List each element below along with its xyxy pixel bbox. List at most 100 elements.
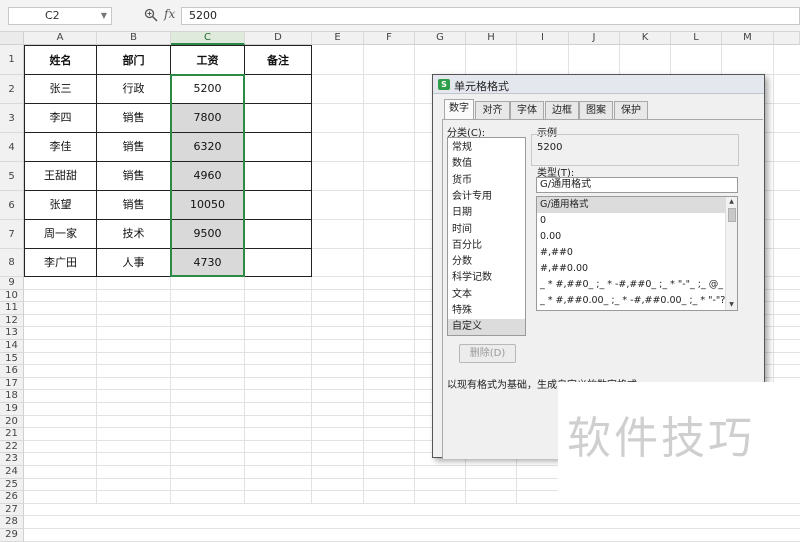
format-list-scrollbar[interactable]: ▲ ▼ xyxy=(725,197,737,310)
dialog-title-bar[interactable]: S 单元格格式 xyxy=(433,75,764,94)
format-item[interactable]: G/通用格式 xyxy=(537,197,725,213)
format-item[interactable]: 0 xyxy=(537,213,725,229)
category-item[interactable]: 时间 xyxy=(448,222,525,238)
column-header-d[interactable]: D xyxy=(245,32,312,45)
category-item[interactable]: 文本 xyxy=(448,287,525,303)
row-header-18[interactable]: 18 xyxy=(0,390,24,403)
type-input[interactable]: G/通用格式 xyxy=(536,177,738,193)
tab-border[interactable]: 边框 xyxy=(545,101,579,119)
table-cell[interactable]: 6320 xyxy=(171,133,245,162)
format-item[interactable]: #,##0 xyxy=(537,245,725,261)
row-header-7[interactable]: 7 xyxy=(0,220,24,249)
table-header-cell[interactable]: 备注 xyxy=(245,45,312,75)
row-header-5[interactable]: 5 xyxy=(0,162,24,191)
table-cell[interactable]: 销售 xyxy=(97,133,171,162)
table-cell[interactable] xyxy=(245,249,312,277)
table-cell[interactable]: 周一家 xyxy=(24,220,97,249)
row-header-23[interactable]: 23 xyxy=(0,453,24,466)
row-header-3[interactable]: 3 xyxy=(0,104,24,133)
tab-pattern[interactable]: 图案 xyxy=(579,101,613,119)
table-header-cell[interactable]: 部门 xyxy=(97,45,171,75)
row-header-20[interactable]: 20 xyxy=(0,415,24,429)
table-cell[interactable]: 10050 xyxy=(171,191,245,220)
column-header-f[interactable]: F xyxy=(364,32,415,45)
row-header-25[interactable]: 25 xyxy=(0,478,24,492)
column-header-partial[interactable] xyxy=(774,32,800,45)
format-item[interactable]: _ * #,##0.00_ ;_ * -#,##0.00_ ;_ * "-"??… xyxy=(537,293,725,309)
format-item[interactable]: 0.00 xyxy=(537,229,725,245)
column-header-l[interactable]: L xyxy=(671,32,722,45)
row-header-27[interactable]: 27 xyxy=(0,503,24,517)
category-item[interactable]: 日期 xyxy=(448,205,525,221)
table-cell[interactable]: 人事 xyxy=(97,249,171,277)
category-item[interactable]: 科学记数 xyxy=(448,270,525,286)
table-cell[interactable]: 9500 xyxy=(171,220,245,249)
column-header-g[interactable]: G xyxy=(415,32,466,45)
table-cell[interactable] xyxy=(245,220,312,249)
delete-button[interactable]: 删除(D) xyxy=(459,344,516,363)
table-cell[interactable]: 4730 xyxy=(171,249,245,277)
table-cell[interactable]: 行政 xyxy=(97,75,171,104)
table-cell[interactable]: 张三 xyxy=(24,75,97,104)
fx-icon[interactable]: fx xyxy=(164,7,175,21)
tab-alignment[interactable]: 对齐 xyxy=(475,101,510,119)
row-header-24[interactable]: 24 xyxy=(0,466,24,479)
table-cell[interactable] xyxy=(245,162,312,191)
tab-protection[interactable]: 保护 xyxy=(614,101,648,119)
table-cell[interactable]: 5200 xyxy=(171,75,245,104)
column-header-j[interactable]: J xyxy=(569,32,620,45)
table-cell[interactable]: 李广田 xyxy=(24,249,97,277)
chevron-down-icon[interactable]: ▼ xyxy=(101,8,107,24)
category-list[interactable]: 常规 数值 货币 会计专用 日期 时间 百分比 分数 科学记数 文本 特殊 自定义 xyxy=(447,137,526,336)
row-header-13[interactable]: 13 xyxy=(0,327,24,340)
row-header-6[interactable]: 6 xyxy=(0,191,24,220)
table-cell[interactable] xyxy=(245,104,312,133)
format-item[interactable]: _ * #,##0_ ;_ * -#,##0_ ;_ * "-"_ ;_ @_ xyxy=(537,277,725,293)
scroll-up-icon[interactable]: ▲ xyxy=(726,197,737,207)
table-cell[interactable] xyxy=(245,133,312,162)
table-cell[interactable]: 销售 xyxy=(97,104,171,133)
column-header-e[interactable]: E xyxy=(312,32,364,45)
row-header-10[interactable]: 10 xyxy=(0,289,24,303)
row-header-2[interactable]: 2 xyxy=(0,75,24,104)
table-cell[interactable]: 7800 xyxy=(171,104,245,133)
row-header-21[interactable]: 21 xyxy=(0,428,24,441)
row-header-9[interactable]: 9 xyxy=(0,277,24,290)
row-header-26[interactable]: 26 xyxy=(0,491,24,504)
column-header-b[interactable]: B xyxy=(97,32,171,45)
row-header-14[interactable]: 14 xyxy=(0,340,24,353)
column-header-k[interactable]: K xyxy=(620,32,671,45)
column-header-i[interactable]: I xyxy=(517,32,569,45)
table-cell[interactable]: 李四 xyxy=(24,104,97,133)
table-header-cell[interactable]: 姓名 xyxy=(24,45,97,75)
table-cell[interactable]: 张望 xyxy=(24,191,97,220)
format-item[interactable]: #,##0.00 xyxy=(537,261,725,277)
category-item[interactable]: 百分比 xyxy=(448,238,525,254)
row-header-19[interactable]: 19 xyxy=(0,403,24,416)
table-cell[interactable]: 王甜甜 xyxy=(24,162,97,191)
row-header-11[interactable]: 11 xyxy=(0,302,24,315)
row-header-22[interactable]: 22 xyxy=(0,440,24,454)
row-header-29[interactable]: 29 xyxy=(0,529,24,542)
category-item[interactable]: 常规 xyxy=(448,140,525,156)
row-header-28[interactable]: 28 xyxy=(0,516,24,529)
row-header-15[interactable]: 15 xyxy=(0,352,24,366)
category-item[interactable]: 会计专用 xyxy=(448,189,525,205)
select-all-corner[interactable] xyxy=(0,32,24,45)
column-header-a[interactable]: A xyxy=(24,32,97,45)
scroll-thumb[interactable] xyxy=(728,208,736,222)
table-cell[interactable] xyxy=(245,75,312,104)
table-cell[interactable]: 李佳 xyxy=(24,133,97,162)
table-cell[interactable] xyxy=(245,191,312,220)
category-item[interactable]: 分数 xyxy=(448,254,525,270)
formula-input[interactable]: 5200 xyxy=(181,7,800,25)
column-header-m[interactable]: M xyxy=(722,32,774,45)
table-cell[interactable]: 4960 xyxy=(171,162,245,191)
category-item[interactable]: 数值 xyxy=(448,156,525,172)
table-header-cell[interactable]: 工资 xyxy=(171,45,245,75)
column-header-c[interactable]: C xyxy=(171,32,245,45)
row-header-17[interactable]: 17 xyxy=(0,377,24,391)
row-header-1[interactable]: 1 xyxy=(0,45,24,75)
name-box[interactable]: C2 ▼ xyxy=(8,7,112,25)
tab-number[interactable]: 数字 xyxy=(444,99,474,120)
